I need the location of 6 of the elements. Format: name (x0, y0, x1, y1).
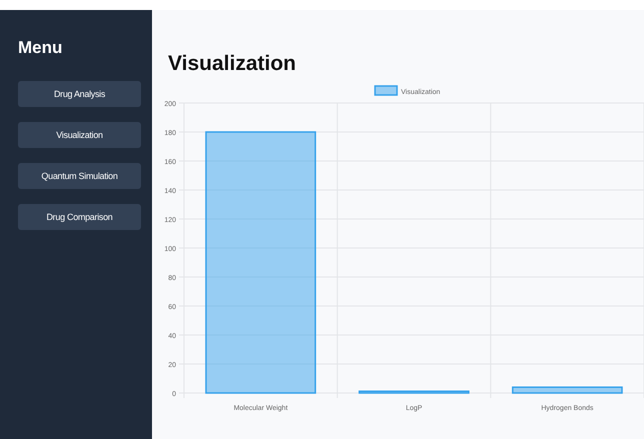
nav-button[interactable]: Visualization (18, 122, 141, 148)
nav-button[interactable]: Quantum Simulation (18, 163, 141, 189)
menu-title: Menu (18, 38, 64, 58)
nav-button[interactable]: Drug Analysis (18, 81, 141, 107)
page-title: Visualization (168, 52, 297, 76)
nav-button[interactable]: Drug Comparison (18, 204, 141, 230)
